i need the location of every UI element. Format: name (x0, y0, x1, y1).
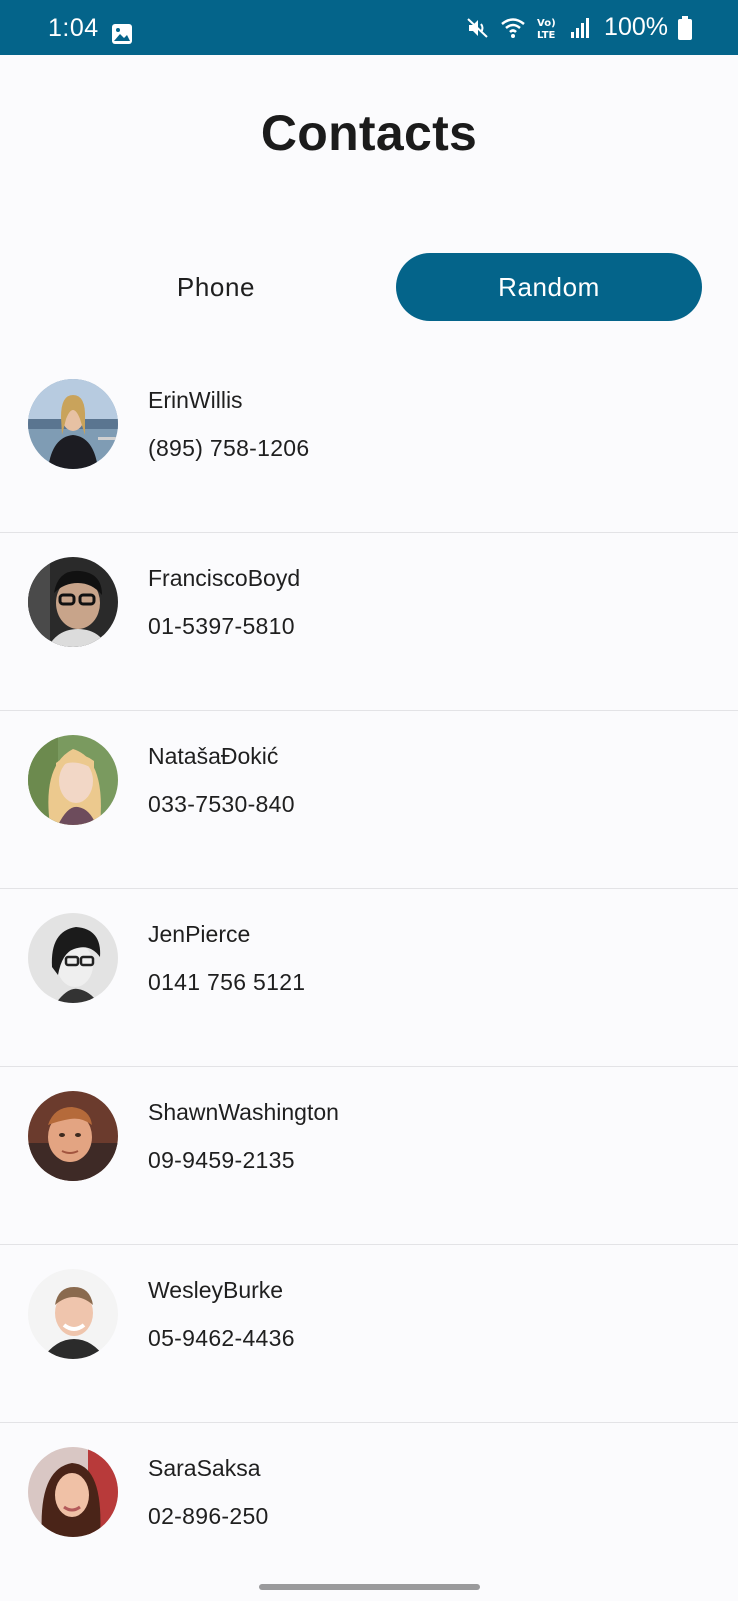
contact-phone: (895) 758-1206 (148, 435, 310, 461)
tab-random[interactable]: Random (396, 253, 702, 321)
avatar (28, 557, 118, 647)
navigation-handle[interactable] (259, 1584, 480, 1590)
contact-phone: 05-9462-4436 (148, 1325, 295, 1351)
contact-phone: 0141 756 5121 (148, 969, 306, 995)
contact-phone: 09-9459-2135 (148, 1147, 295, 1173)
svg-text:LTE: LTE (537, 30, 556, 41)
status-bar: 1:04 Vo) LTE 100% (0, 0, 738, 55)
contact-row[interactable]: NatašaĐokić 033-7530-840 (0, 711, 738, 889)
status-icons: Vo) LTE 100% (466, 0, 692, 55)
tab-random-label: Random (498, 271, 600, 302)
contact-row[interactable]: ShawnWashington 09-9459-2135 (0, 1067, 738, 1245)
avatar (28, 1269, 118, 1359)
contact-phone: 033-7530-840 (148, 791, 295, 817)
contact-list: ErinWillis (895) 758-1206 FranciscoBoyd … (0, 355, 738, 1601)
contact-phone: 01-5397-5810 (148, 613, 295, 639)
contact-row[interactable]: JenPierce 0141 756 5121 (0, 889, 738, 1067)
contact-row[interactable]: FranciscoBoyd 01-5397-5810 (0, 533, 738, 711)
contact-name: ShawnWashington (148, 1099, 339, 1125)
contact-phone: 02-896-250 (148, 1503, 269, 1529)
status-time: 1:04 (48, 14, 99, 42)
tab-phone[interactable]: Phone (64, 253, 368, 321)
contact-name: NatašaĐokić (148, 743, 279, 769)
avatar (28, 1447, 118, 1537)
tab-phone-label: Phone (176, 271, 256, 302)
contact-name: SaraSaksa (148, 1455, 261, 1481)
avatar (28, 735, 118, 825)
contact-row[interactable]: ErinWillis (895) 758-1206 (0, 355, 738, 533)
avatar (28, 1091, 118, 1181)
image-icon (112, 24, 132, 44)
avatar (28, 379, 118, 469)
contact-name: FranciscoBoyd (148, 565, 301, 591)
mute-icon (467, 17, 488, 38)
battery-icon (678, 15, 692, 40)
page-title: Contacts (260, 105, 478, 161)
avatar (28, 913, 118, 1003)
volte-icon: Vo) LTE (537, 18, 556, 41)
battery-text: 100% (604, 13, 668, 41)
contact-name: WesleyBurke (148, 1277, 284, 1303)
contact-name: JenPierce (148, 921, 251, 947)
contact-row[interactable]: WesleyBurke 05-9462-4436 (0, 1245, 738, 1423)
signal-icon (571, 17, 590, 38)
contact-row[interactable]: SaraSaksa 02-896-250 (0, 1423, 738, 1601)
svg-text:Vo): Vo) (537, 18, 556, 29)
wifi-icon (501, 17, 525, 38)
contact-name: ErinWillis (148, 387, 243, 413)
